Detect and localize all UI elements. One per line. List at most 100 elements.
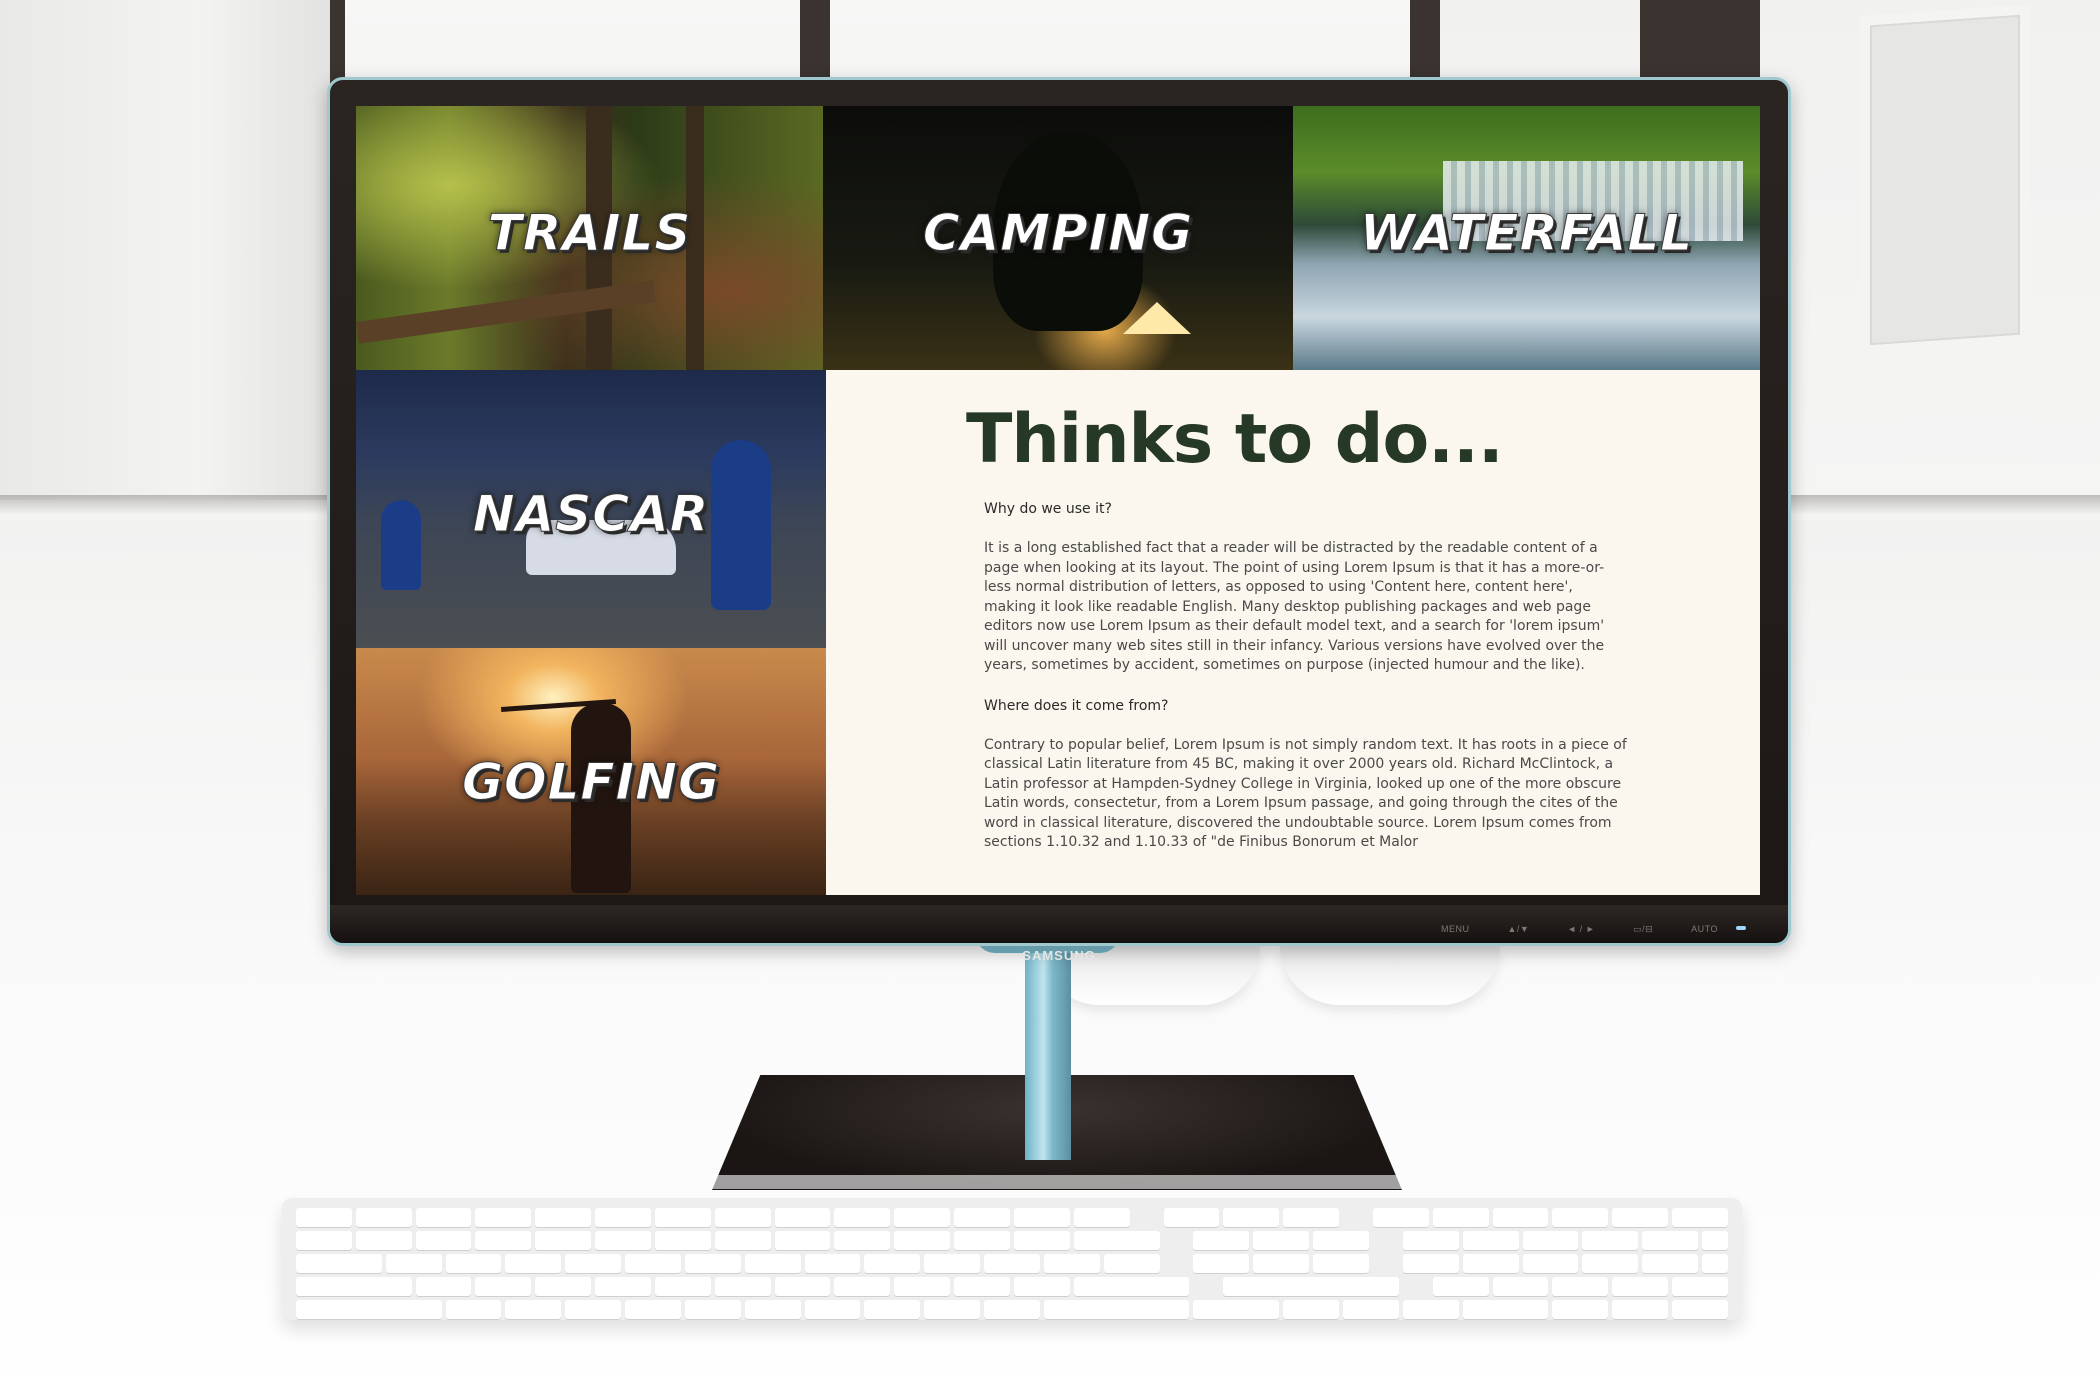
key[interactable] bbox=[1163, 1208, 1220, 1227]
key[interactable] bbox=[445, 1300, 502, 1319]
key[interactable] bbox=[924, 1300, 981, 1319]
key[interactable] bbox=[595, 1208, 651, 1227]
key[interactable] bbox=[535, 1231, 592, 1250]
key[interactable] bbox=[1313, 1231, 1369, 1250]
key[interactable] bbox=[415, 1208, 472, 1227]
key[interactable] bbox=[385, 1254, 442, 1273]
key[interactable] bbox=[1492, 1277, 1549, 1296]
key[interactable] bbox=[1462, 1300, 1549, 1319]
key[interactable] bbox=[774, 1208, 831, 1227]
key[interactable] bbox=[1013, 1231, 1070, 1250]
key[interactable] bbox=[954, 1208, 1010, 1227]
key[interactable] bbox=[296, 1300, 442, 1319]
key[interactable] bbox=[834, 1231, 891, 1250]
key[interactable] bbox=[1193, 1231, 1250, 1250]
key[interactable] bbox=[1432, 1277, 1489, 1296]
key[interactable] bbox=[954, 1231, 1010, 1250]
key[interactable] bbox=[924, 1254, 981, 1273]
key[interactable] bbox=[1612, 1208, 1669, 1227]
key[interactable] bbox=[864, 1300, 921, 1319]
key[interactable] bbox=[834, 1277, 891, 1296]
key[interactable] bbox=[1253, 1254, 1310, 1273]
key[interactable] bbox=[1552, 1208, 1609, 1227]
menu-button[interactable]: MENU bbox=[1441, 924, 1470, 935]
key[interactable] bbox=[1672, 1208, 1728, 1227]
key[interactable] bbox=[1043, 1254, 1100, 1273]
key[interactable] bbox=[1283, 1300, 1340, 1319]
key[interactable] bbox=[1402, 1300, 1459, 1319]
key[interactable] bbox=[595, 1231, 651, 1250]
key[interactable] bbox=[475, 1277, 532, 1296]
power-led-icon[interactable] bbox=[1736, 926, 1746, 930]
key[interactable] bbox=[1462, 1254, 1519, 1273]
tile-golfing[interactable]: GOLFING bbox=[356, 648, 826, 895]
key[interactable] bbox=[774, 1277, 831, 1296]
key[interactable] bbox=[894, 1208, 951, 1227]
key[interactable] bbox=[774, 1231, 831, 1250]
key[interactable] bbox=[1522, 1231, 1579, 1250]
key[interactable] bbox=[1462, 1231, 1519, 1250]
key[interactable] bbox=[834, 1208, 891, 1227]
key[interactable] bbox=[1402, 1254, 1459, 1273]
key[interactable] bbox=[894, 1277, 951, 1296]
key[interactable] bbox=[445, 1254, 502, 1273]
key[interactable] bbox=[535, 1208, 592, 1227]
key[interactable] bbox=[1103, 1254, 1160, 1273]
key[interactable] bbox=[565, 1254, 622, 1273]
key[interactable] bbox=[1253, 1231, 1310, 1250]
key[interactable] bbox=[1612, 1277, 1669, 1296]
tile-camping[interactable]: CAMPING bbox=[823, 106, 1293, 370]
key[interactable] bbox=[1372, 1208, 1429, 1227]
key[interactable] bbox=[1522, 1254, 1579, 1273]
key[interactable] bbox=[595, 1277, 651, 1296]
key[interactable] bbox=[1223, 1208, 1280, 1227]
key[interactable] bbox=[505, 1254, 562, 1273]
key[interactable] bbox=[1013, 1208, 1070, 1227]
key[interactable] bbox=[415, 1277, 472, 1296]
key[interactable] bbox=[654, 1277, 711, 1296]
key[interactable] bbox=[984, 1254, 1040, 1273]
key[interactable] bbox=[1193, 1300, 1280, 1319]
tile-waterfall[interactable]: WATERFALL bbox=[1293, 106, 1760, 370]
key[interactable] bbox=[1313, 1254, 1369, 1273]
key[interactable] bbox=[625, 1300, 681, 1319]
key[interactable] bbox=[1582, 1231, 1639, 1250]
key[interactable] bbox=[475, 1231, 532, 1250]
key[interactable] bbox=[804, 1254, 861, 1273]
key[interactable] bbox=[1582, 1254, 1639, 1273]
key[interactable] bbox=[1702, 1231, 1728, 1250]
key[interactable] bbox=[1073, 1208, 1130, 1227]
key[interactable] bbox=[654, 1208, 711, 1227]
key[interactable] bbox=[864, 1254, 921, 1273]
key[interactable] bbox=[744, 1300, 801, 1319]
key[interactable] bbox=[1552, 1300, 1609, 1319]
key[interactable] bbox=[625, 1254, 681, 1273]
key[interactable] bbox=[1432, 1208, 1489, 1227]
key[interactable] bbox=[1672, 1277, 1728, 1296]
key[interactable] bbox=[355, 1208, 412, 1227]
auto-button[interactable]: AUTO bbox=[1691, 924, 1718, 935]
key[interactable] bbox=[1193, 1254, 1250, 1273]
tile-trails[interactable]: TRAILS bbox=[356, 106, 823, 370]
key[interactable] bbox=[1343, 1300, 1399, 1319]
key[interactable] bbox=[1073, 1231, 1160, 1250]
key[interactable] bbox=[894, 1231, 951, 1250]
key[interactable] bbox=[415, 1231, 472, 1250]
source-button[interactable]: ▭/⊟ bbox=[1633, 924, 1653, 935]
key[interactable] bbox=[684, 1254, 741, 1273]
key[interactable] bbox=[296, 1231, 352, 1250]
key[interactable] bbox=[804, 1300, 861, 1319]
up-down-button[interactable]: ▲/▼ bbox=[1507, 924, 1529, 935]
key[interactable] bbox=[296, 1208, 352, 1227]
key[interactable] bbox=[684, 1300, 741, 1319]
key[interactable] bbox=[714, 1277, 771, 1296]
key[interactable] bbox=[1642, 1254, 1699, 1273]
key[interactable] bbox=[954, 1277, 1010, 1296]
key[interactable] bbox=[744, 1254, 801, 1273]
key[interactable] bbox=[535, 1277, 592, 1296]
key[interactable] bbox=[1402, 1231, 1459, 1250]
key[interactable] bbox=[1642, 1231, 1699, 1250]
key[interactable] bbox=[475, 1208, 532, 1227]
key[interactable] bbox=[1672, 1300, 1728, 1319]
key[interactable] bbox=[565, 1300, 622, 1319]
